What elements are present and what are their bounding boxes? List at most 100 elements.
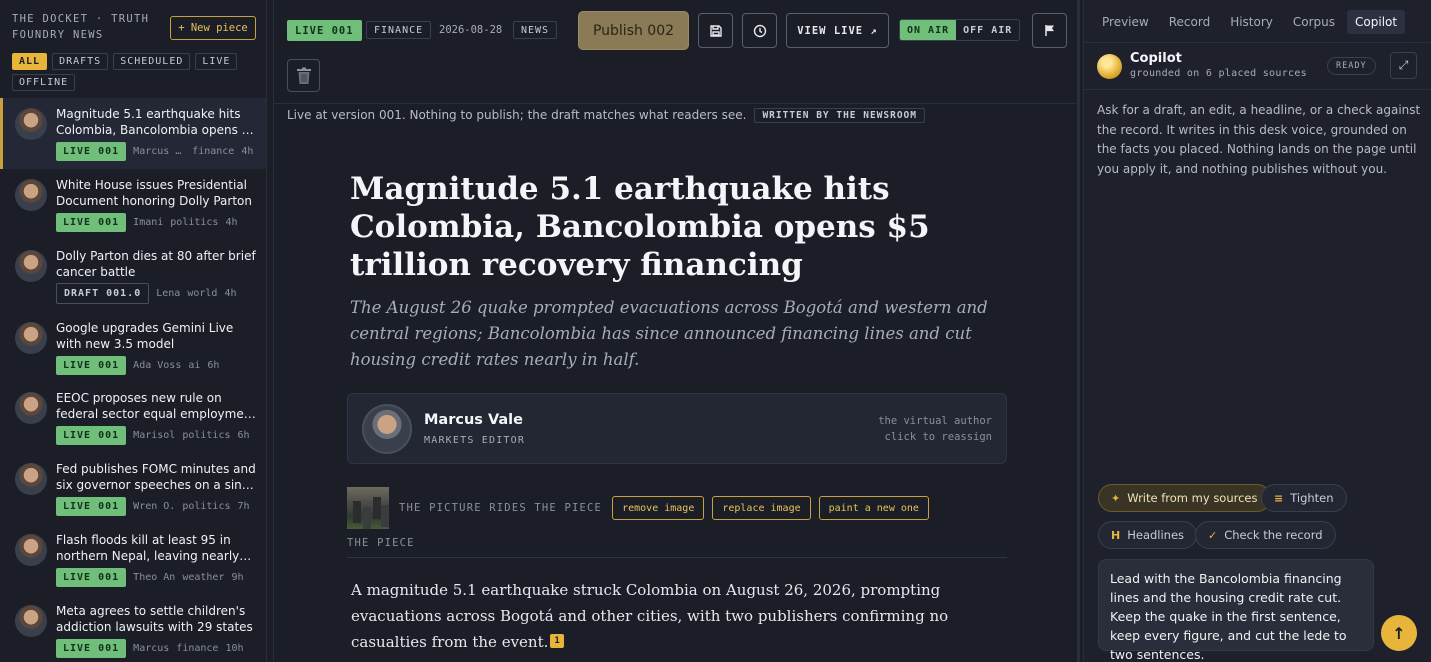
author-role: MARKETS EDITOR bbox=[424, 435, 526, 446]
story-list-item[interactable]: EEOC proposes new rule on federal sector… bbox=[0, 382, 266, 453]
check-icon: ✓ bbox=[1208, 528, 1218, 542]
story-title: Magnitude 5.1 earthquake hits Colombia, … bbox=[56, 107, 257, 137]
write-from-sources-chip[interactable]: ✦ Write from my sources bbox=[1098, 484, 1271, 512]
tab-copilot[interactable]: Copilot bbox=[1347, 10, 1406, 34]
status-badge: LIVE 001 bbox=[56, 496, 127, 516]
story-age: 4h bbox=[241, 145, 254, 157]
story-list-item[interactable]: Meta agrees to settle children's addicti… bbox=[0, 595, 266, 662]
expand-button[interactable]: ⤢ bbox=[1390, 52, 1417, 79]
filter-live[interactable]: LIVE bbox=[195, 53, 238, 70]
story-title: Fed publishes FOMC minutes and six gover… bbox=[56, 462, 261, 492]
story-list-item[interactable]: Flash floods kill at least 95 in norther… bbox=[0, 524, 266, 595]
save-button[interactable] bbox=[698, 13, 733, 48]
story-author: Ada Voss bbox=[133, 359, 182, 371]
article-image-thumbnail[interactable] bbox=[347, 487, 389, 529]
copilot-name: Copilot bbox=[1130, 51, 1182, 66]
tabs-divider bbox=[1084, 42, 1431, 43]
author-hint-line-1: the virtual author bbox=[878, 415, 992, 427]
replace-image-button[interactable]: replace image bbox=[712, 496, 811, 520]
story-author: Marcus bbox=[133, 642, 170, 654]
body-paragraph: A magnitude 5.1 earthquake struck Colomb… bbox=[351, 581, 949, 651]
citation-marker[interactable]: 1 bbox=[550, 634, 564, 648]
chip-label: Check the record bbox=[1224, 528, 1323, 542]
story-list-item[interactable]: White House issues Presidential Document… bbox=[0, 169, 266, 240]
panel-tabs: Preview Record History Corpus Copilot bbox=[1094, 10, 1406, 34]
story-list-item[interactable]: Google upgrades Gemini Live with new 3.5… bbox=[0, 312, 266, 383]
author-avatar bbox=[362, 404, 412, 454]
story-section: ai bbox=[188, 359, 201, 371]
story-age: 10h bbox=[225, 642, 244, 654]
story-meta: LIVE 001 Theo An weather 9h bbox=[56, 567, 244, 587]
story-age: 9h bbox=[231, 571, 244, 583]
status-badge: LIVE 001 bbox=[56, 355, 127, 375]
story-section: weather bbox=[182, 571, 225, 583]
story-age: 6h bbox=[207, 359, 220, 371]
check-record-chip[interactable]: ✓ Check the record bbox=[1195, 521, 1336, 549]
story-title: Meta agrees to settle children's addicti… bbox=[56, 604, 253, 634]
tab-history[interactable]: History bbox=[1222, 10, 1281, 34]
author-hint: the virtual author click to reassign bbox=[878, 413, 992, 445]
newsroom-tag: WRITTEN BY THE NEWSROOM bbox=[754, 107, 926, 123]
story-section: world bbox=[187, 287, 218, 299]
tab-record[interactable]: Record bbox=[1161, 10, 1218, 34]
article-headline[interactable]: Magnitude 5.1 earthquake hits Colombia, … bbox=[350, 170, 950, 284]
paint-image-button[interactable]: paint a new one bbox=[818, 496, 929, 520]
remove-image-button[interactable]: remove image bbox=[612, 496, 705, 520]
delete-button[interactable] bbox=[287, 59, 320, 92]
brand: THE DOCKET · TRUTH FOUNDRY NEWS bbox=[12, 11, 162, 43]
new-piece-button[interactable]: + New piece bbox=[170, 16, 256, 40]
filter-offline[interactable]: OFFLINE bbox=[12, 74, 76, 91]
story-title: Flash floods kill at least 95 in norther… bbox=[56, 533, 240, 563]
status-badge: LIVE 001 bbox=[56, 567, 127, 587]
sparkle-icon: ✦ bbox=[1111, 491, 1121, 505]
avatar bbox=[15, 322, 47, 354]
brand-line-2: FOUNDRY NEWS bbox=[12, 29, 104, 41]
status-badge: LIVE 001 bbox=[56, 638, 127, 658]
filter-drafts[interactable]: DRAFTS bbox=[52, 53, 109, 70]
view-live-button[interactable]: VIEW LIVE ↗ bbox=[786, 13, 889, 48]
story-list-item[interactable]: Magnitude 5.1 earthquake hits Colombia, … bbox=[0, 98, 266, 169]
publish-button[interactable]: Publish 002 bbox=[578, 11, 689, 50]
story-meta: DRAFT 001.0 Lena world 4h bbox=[56, 282, 237, 304]
section-tag[interactable]: FINANCE bbox=[366, 21, 432, 39]
flag-button[interactable] bbox=[1032, 13, 1067, 48]
story-title: Google upgrades Gemini Live with new 3.5… bbox=[56, 321, 234, 351]
copilot-orb-icon bbox=[1097, 54, 1122, 79]
send-button[interactable]: ↑ bbox=[1381, 615, 1417, 651]
story-meta: LIVE 001 Marcus finance 10h bbox=[56, 638, 244, 658]
copilot-prompt-input[interactable]: Lead with the Bancolombia financing line… bbox=[1098, 559, 1374, 662]
filter-all[interactable]: ALL bbox=[12, 53, 48, 70]
story-section: politics bbox=[182, 429, 231, 441]
story-author: Marcus Vale bbox=[133, 145, 185, 157]
tighten-chip[interactable]: ≡ Tighten bbox=[1261, 484, 1347, 512]
clock-icon bbox=[753, 24, 766, 37]
status-filters: ALL DRAFTS SCHEDULED LIVE OFFLINE bbox=[12, 53, 262, 91]
story-list-item[interactable]: Dolly Parton dies at 80 after brief canc… bbox=[0, 240, 266, 311]
kind-tag[interactable]: NEWS bbox=[513, 21, 558, 39]
tab-preview[interactable]: Preview bbox=[1094, 10, 1157, 34]
status-badge: LIVE 001 bbox=[56, 141, 127, 161]
piece-label: THE PIECE bbox=[347, 537, 415, 549]
copilot-intro: Ask for a draft, an edit, a headline, or… bbox=[1097, 103, 1421, 176]
air-toggle[interactable]: ON AIR OFF AIR bbox=[899, 19, 1021, 41]
story-list-item[interactable]: Fed publishes FOMC minutes and six gover… bbox=[0, 453, 266, 524]
article-dek[interactable]: The August 26 quake prompted evacuations… bbox=[350, 295, 1010, 373]
headlines-chip[interactable]: H Headlines bbox=[1098, 521, 1198, 549]
avatar bbox=[15, 534, 47, 566]
article-body[interactable]: A magnitude 5.1 earthquake struck Colomb… bbox=[351, 577, 1001, 655]
story-meta: LIVE 001 Imani politics 4h bbox=[56, 212, 238, 232]
story-author: Wren O. bbox=[133, 500, 176, 512]
image-label: THE PICTURE RIDES THE PIECE bbox=[399, 502, 603, 514]
on-air-option[interactable]: ON AIR bbox=[900, 20, 957, 40]
live-version-badge: LIVE 001 bbox=[287, 20, 362, 41]
editor-panel: LIVE 001 FINANCE 2026-08-28 NEWS Publish… bbox=[273, 0, 1080, 662]
off-air-option[interactable]: OFF AIR bbox=[956, 20, 1019, 40]
tab-corpus[interactable]: Corpus bbox=[1285, 10, 1343, 34]
story-age: 7h bbox=[237, 500, 250, 512]
schedule-button[interactable] bbox=[742, 13, 777, 48]
author-card[interactable]: Marcus Vale MARKETS EDITOR the virtual a… bbox=[347, 393, 1007, 464]
chip-label: Tighten bbox=[1290, 491, 1334, 505]
story-section: finance bbox=[192, 145, 235, 157]
story-age: 4h bbox=[224, 287, 237, 299]
filter-scheduled[interactable]: SCHEDULED bbox=[113, 53, 191, 70]
